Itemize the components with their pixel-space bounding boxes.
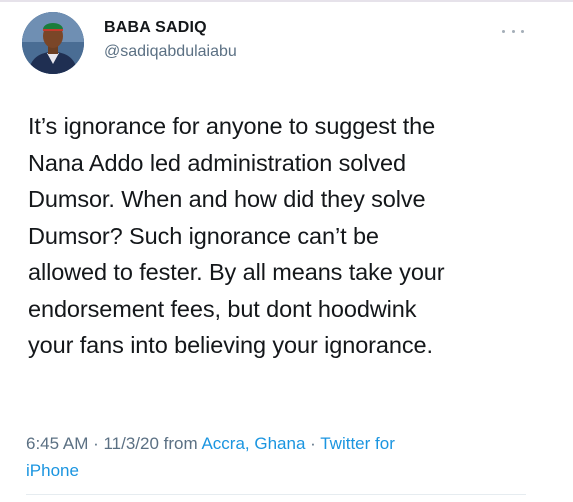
tweet-line: your fans into believing your ignorance. [28, 332, 433, 358]
tweet-line: allowed to fester. By all means take you… [28, 259, 445, 285]
meta-from: from [158, 434, 202, 453]
tweet-card: BABA SADIQ @sadiqabdulaiabu It’s ignoran… [0, 0, 573, 502]
more-horizontal-icon-dot-2 [511, 29, 515, 33]
tweet-line: Nana Addo led administration solved [28, 149, 406, 176]
tweet-text: It’s ignorance for anyone to suggest the… [28, 108, 558, 364]
tweet-header: BABA SADIQ @sadiqabdulaiabu [22, 12, 552, 82]
meta-separator: · [88, 434, 104, 453]
more-horizontal-icon [502, 29, 505, 33]
meta-separator: · [305, 434, 321, 453]
location-link[interactable]: Accra, Ghana [201, 434, 305, 453]
tweet-time[interactable]: 6:45 AM [26, 434, 88, 453]
tweet-date[interactable]: 11/3/20 [103, 434, 158, 453]
source-label-part2: iPhone [26, 461, 79, 480]
display-name[interactable]: BABA SADIQ [104, 18, 237, 38]
tweet-line: Dumsor. When and how did they solve [28, 186, 426, 212]
user-info: BABA SADIQ @sadiqabdulaiabu [104, 18, 237, 62]
tweet-line: endorsement fees, but dont hoodwink [28, 295, 417, 322]
user-handle[interactable]: @sadiqabdulaiabu [104, 42, 237, 62]
bottom-divider [26, 494, 526, 495]
more-horizontal-icon-dot-3 [521, 29, 524, 33]
source-label-part1: Twitter for [320, 434, 395, 453]
tweet-line: It’s ignorance for anyone to suggest the [28, 113, 436, 139]
avatar[interactable] [22, 12, 84, 74]
tweet-metadata: 6:45 AM · 11/3/20 from Accra, Ghana · Tw… [26, 430, 546, 484]
more-options-button[interactable] [502, 26, 524, 36]
top-divider [0, 0, 573, 2]
tweet-line: Dumsor? Such ignorance can’t be [28, 222, 379, 249]
profile-photo-icon [22, 12, 84, 74]
